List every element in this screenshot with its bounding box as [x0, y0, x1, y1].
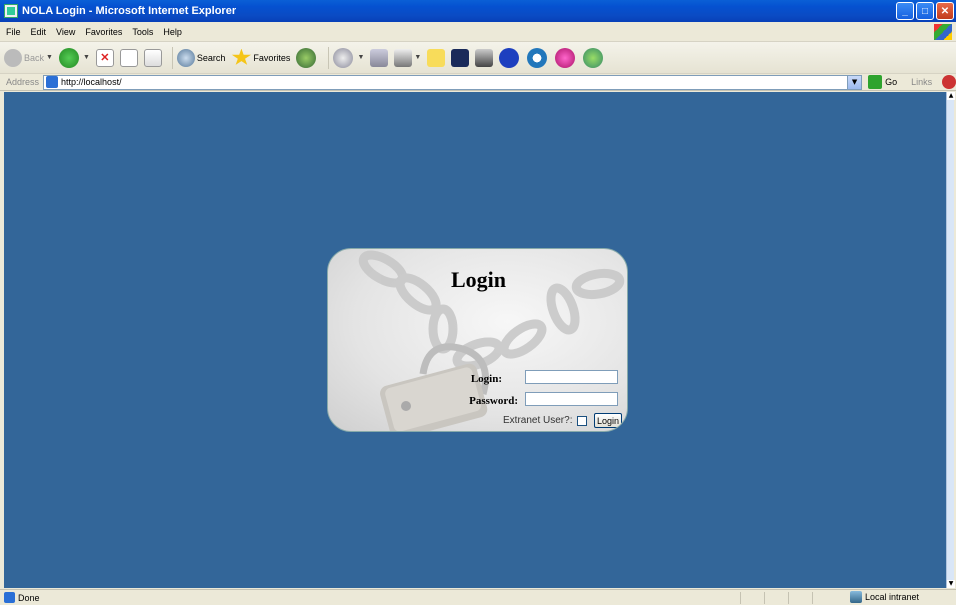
bluetooth-icon — [499, 47, 520, 68]
menu-bar: File Edit View Favorites Tools Help — [0, 22, 956, 42]
favorites-label: Favorites — [253, 52, 291, 63]
window-controls: _ □ ✕ — [896, 2, 954, 20]
login-label: Login: — [470, 373, 502, 385]
forward-button[interactable]: ▼ — [58, 47, 90, 68]
menu-file[interactable]: File — [6, 27, 21, 37]
menu-tools[interactable]: Tools — [132, 27, 153, 37]
toolbar: Back ▼ ▼ ✕ Search Favorites ▼ ▼ — [0, 42, 956, 74]
status-cell — [812, 592, 834, 604]
extranet-user-checkbox[interactable] — [577, 416, 587, 426]
mail-dropdown-icon[interactable]: ▼ — [357, 54, 364, 61]
address-url[interactable]: http://localhost/ — [61, 77, 122, 87]
address-bar: Address http://localhost/ ▼ Go Links — [0, 74, 956, 91]
password-label: Password: — [469, 395, 518, 407]
zone-text: Local intranet — [865, 592, 920, 602]
maximize-button[interactable]: □ — [916, 2, 934, 20]
favorites-star-icon — [231, 48, 252, 65]
menu-help[interactable]: Help — [163, 27, 182, 37]
edit-icon — [394, 48, 413, 67]
favorites-button[interactable]: Favorites — [231, 48, 291, 67]
refresh-button[interactable] — [119, 48, 138, 67]
back-arrow-icon — [4, 48, 22, 67]
title-bar: NOLA Login - Microsoft Internet Explorer… — [0, 0, 956, 22]
forward-arrow-icon — [58, 47, 79, 68]
login-panel: Login Login: Password: Extranet User?: L… — [327, 248, 628, 432]
password-input[interactable] — [525, 392, 618, 406]
messenger-button[interactable] — [583, 47, 605, 68]
search-icon — [176, 48, 195, 67]
tool-icon-2 — [475, 48, 494, 67]
bluetooth-button[interactable] — [499, 47, 521, 68]
menu-favorites[interactable]: Favorites — [85, 27, 122, 37]
login-button[interactable]: Login — [594, 413, 622, 428]
search-label: Search — [196, 52, 226, 63]
back-label: Back — [24, 52, 45, 63]
intranet-zone-icon — [850, 591, 862, 603]
history-button[interactable] — [296, 47, 318, 68]
h-tool-icon — [451, 48, 470, 67]
notes-button[interactable] — [427, 48, 446, 67]
page-done-icon — [4, 592, 15, 603]
history-icon — [296, 47, 317, 68]
toolbar-separator — [328, 46, 330, 69]
tool-icon-4 — [555, 47, 576, 68]
scroll-up-icon[interactable]: ▲ — [947, 92, 955, 100]
messenger-icon — [583, 47, 604, 68]
windows-flag-icon — [934, 24, 952, 40]
status-text: Done — [18, 592, 40, 603]
go-arrow-icon — [868, 75, 883, 89]
notes-icon — [427, 48, 446, 67]
forward-dropdown-icon[interactable]: ▼ — [83, 54, 90, 61]
page-icon — [46, 76, 59, 88]
tool-button-2[interactable] — [475, 48, 494, 67]
home-button[interactable] — [143, 48, 162, 67]
home-icon — [143, 48, 162, 67]
toolbar-separator — [171, 46, 173, 69]
security-zone: Local intranet — [850, 591, 919, 603]
close-button[interactable]: ✕ — [936, 2, 954, 20]
address-label: Address — [6, 77, 40, 87]
status-cell — [740, 592, 762, 604]
stop-icon: ✕ — [95, 48, 114, 67]
mail-icon — [333, 47, 354, 68]
print-icon — [370, 48, 389, 67]
go-label: Go — [885, 77, 898, 87]
status-cell — [788, 592, 810, 604]
tool-button-3[interactable] — [527, 47, 549, 68]
window-title: NOLA Login - Microsoft Internet Explorer — [22, 5, 237, 17]
status-cells — [740, 592, 834, 604]
back-button[interactable]: Back ▼ — [4, 48, 53, 67]
ie-app-icon — [4, 4, 18, 18]
edit-button[interactable]: ▼ — [394, 48, 421, 67]
h-tool-button[interactable] — [451, 48, 470, 67]
refresh-icon — [119, 48, 138, 67]
edit-dropdown-icon[interactable]: ▼ — [414, 54, 421, 61]
extension-icon[interactable] — [942, 75, 956, 89]
login-input[interactable] — [525, 370, 618, 384]
tool-icon-3 — [527, 47, 548, 68]
tool-button-4[interactable] — [555, 47, 577, 68]
back-dropdown-icon[interactable]: ▼ — [46, 54, 53, 61]
go-button[interactable]: Go — [868, 75, 897, 89]
status-bar: Done Local intranet — [0, 589, 956, 605]
address-dropdown-icon[interactable]: ▼ — [847, 75, 862, 89]
stop-button[interactable]: ✕ — [95, 48, 114, 67]
mail-button[interactable]: ▼ — [333, 47, 364, 68]
links-button[interactable]: Links — [911, 77, 932, 87]
search-button[interactable]: Search — [176, 48, 226, 67]
status-cell — [764, 592, 786, 604]
menu-view[interactable]: View — [56, 27, 75, 37]
vertical-scrollbar[interactable]: ▲ ▼ — [946, 92, 955, 588]
login-heading: Login — [450, 267, 507, 292]
minimize-button[interactable]: _ — [896, 2, 914, 20]
address-field[interactable]: http://localhost/ ▼ — [43, 74, 863, 90]
menu-edit[interactable]: Edit — [31, 27, 47, 37]
print-button[interactable] — [370, 48, 389, 67]
scroll-down-icon[interactable]: ▼ — [947, 580, 955, 588]
extranet-user-label: Extranet User?: — [503, 415, 573, 426]
